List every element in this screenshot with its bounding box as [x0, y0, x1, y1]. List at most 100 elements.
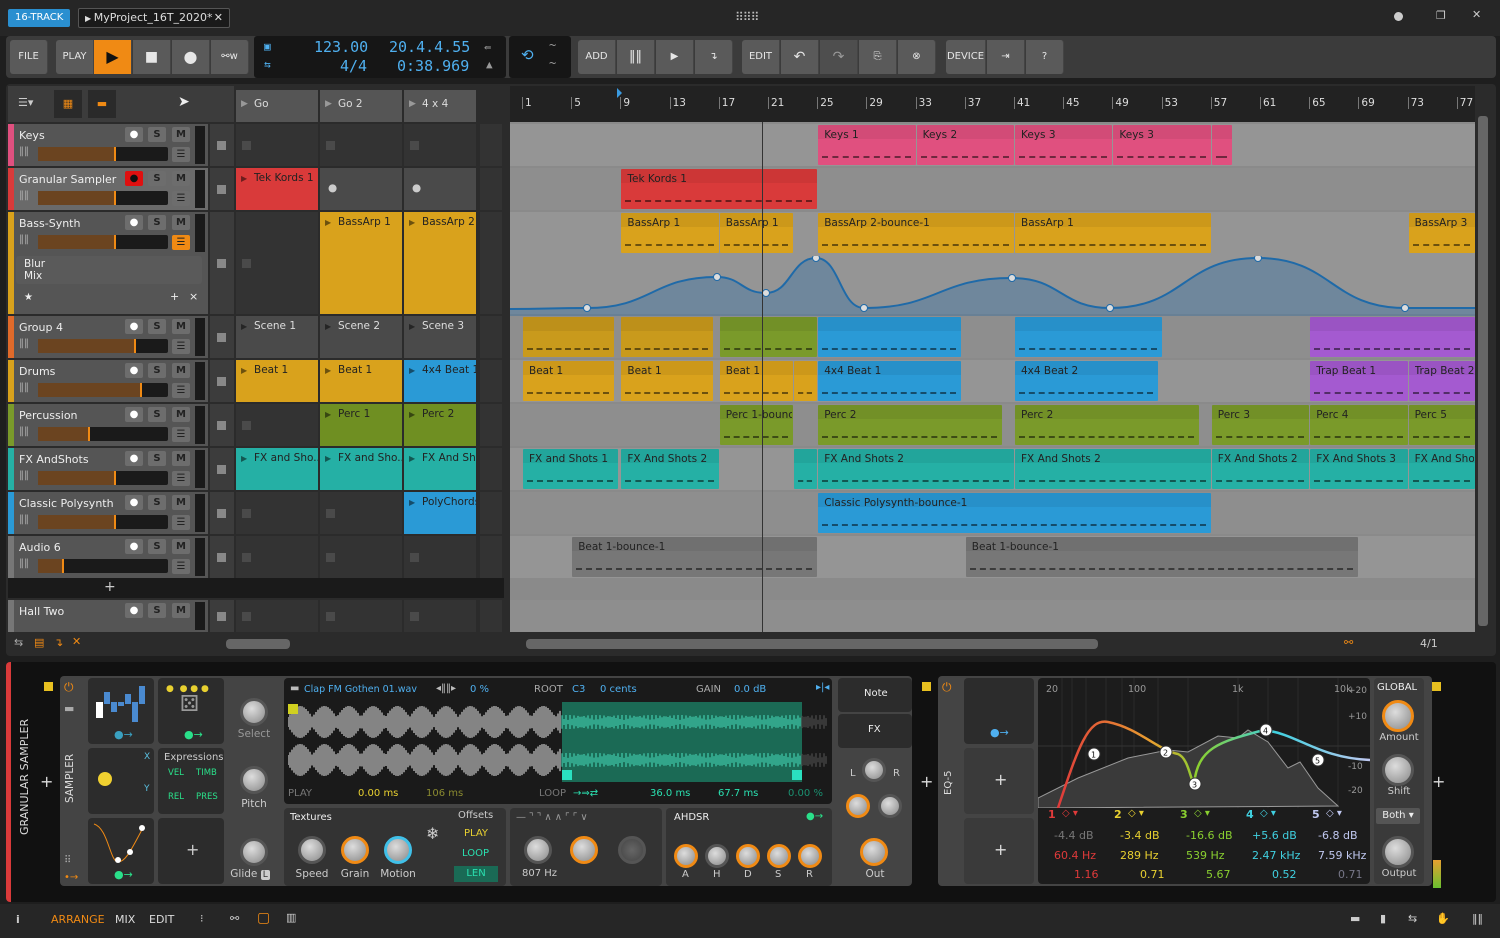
solo-button[interactable]: S — [148, 215, 166, 230]
textures-menu[interactable]: Textures — [290, 812, 332, 823]
clip-play-icon[interactable]: ▶ — [325, 410, 331, 419]
cutoff-knob[interactable] — [524, 836, 552, 864]
launcher-clip[interactable]: BassArp 1 — [320, 212, 402, 314]
expr-timb[interactable]: TIMB — [196, 768, 217, 778]
eq-band-gain[interactable]: -3.4 dB — [1120, 829, 1160, 842]
launcher-clip[interactable]: Tek Kords 1 — [236, 168, 318, 210]
mixer-panel-icon[interactable]: ▥ — [286, 911, 296, 924]
fx-tab[interactable]: FX — [838, 714, 912, 748]
offset-loop[interactable]: LOOP — [462, 848, 489, 859]
close-window-icon[interactable]: ✕ — [1472, 8, 1481, 21]
mute-button[interactable]: M — [172, 451, 190, 466]
note-editor-icon[interactable]: ⁝ — [200, 912, 204, 925]
keyboard-icon[interactable]: ‖‖ — [1472, 912, 1483, 925]
modulators-grid-icon[interactable]: ⠿ — [64, 855, 71, 866]
track-options-icon[interactable]: ☰▾ — [18, 96, 33, 109]
track-stop-button[interactable] — [217, 509, 226, 518]
stop-button[interactable]: ■ — [133, 40, 171, 74]
glide-legato-badge[interactable]: L — [260, 870, 270, 880]
folder-icon[interactable]: ▬ — [64, 702, 74, 715]
env-knob-H[interactable] — [705, 844, 729, 868]
app-menu-icon[interactable]: ⠿⠿⠿ — [735, 10, 759, 24]
scene-row-handle[interactable] — [480, 212, 502, 314]
punch-in-icon[interactable]: ~ — [549, 38, 556, 52]
pointer-tool[interactable]: ➤ — [170, 86, 234, 122]
scene-row-handle[interactable] — [480, 124, 502, 166]
launcher-clip[interactable]: Scene 1 — [236, 316, 318, 358]
env-knob-S[interactable] — [767, 844, 791, 868]
launcher-clip[interactable]: ● — [320, 168, 402, 210]
preroll-icon[interactable]: ⇚ — [484, 40, 491, 54]
eq-band-type-icon[interactable]: ◇ ▾ — [1326, 808, 1342, 819]
slot-stop-icon[interactable] — [326, 141, 335, 150]
arranger-scrollbar[interactable] — [526, 639, 1098, 649]
automation-point[interactable] — [762, 289, 770, 297]
amount-knob[interactable] — [1382, 700, 1414, 732]
launcher-clip[interactable]: FX and Sho... — [236, 448, 318, 490]
track-stop-button[interactable] — [217, 185, 226, 194]
modulator-arrow-icon[interactable]: •→ — [64, 872, 78, 883]
glide-knob[interactable] — [240, 838, 268, 866]
playhead[interactable] — [761, 122, 763, 632]
envelope-type-menu[interactable]: AHDSR — [674, 812, 709, 823]
track-menu-button[interactable]: ☰ — [172, 383, 190, 398]
project-icon[interactable]: ▮ — [1380, 912, 1386, 925]
launcher-clip[interactable]: Perc 1 — [320, 404, 402, 446]
output-knob[interactable] — [1382, 836, 1414, 868]
track-name[interactable]: Hall Two — [19, 605, 64, 618]
scene-row-handle[interactable] — [480, 536, 502, 578]
clip-play-icon[interactable]: ▶ — [325, 366, 331, 375]
add-automation-icon[interactable]: + — [170, 290, 179, 303]
clip-play-icon[interactable]: ▶ — [241, 454, 247, 463]
track-name[interactable]: Percussion — [19, 409, 78, 422]
arranger-clip[interactable] — [719, 317, 818, 357]
arranger-clip[interactable] — [793, 361, 818, 401]
slot-stop-icon[interactable] — [242, 421, 251, 430]
launcher-clip[interactable]: ● — [404, 168, 476, 210]
mute-button[interactable]: M — [172, 171, 190, 186]
track-stop-button[interactable] — [217, 333, 226, 342]
trim-icon[interactable]: ▸|◂ — [816, 682, 829, 693]
clip-play-icon[interactable]: ▶ — [409, 498, 415, 507]
add-menu-button[interactable]: ADD — [578, 40, 616, 74]
track-stop-button[interactable] — [217, 421, 226, 430]
add-device-icon[interactable]: + — [40, 772, 53, 791]
redo-icon[interactable]: ↷ — [820, 40, 858, 74]
record-arm-button[interactable]: ● — [125, 451, 143, 466]
sample-filename[interactable]: Clap FM Gothen 01.wav — [304, 684, 417, 695]
scene-row-handle[interactable] — [480, 404, 502, 446]
add-modulator-button[interactable]: + — [964, 748, 1034, 814]
duplicate-icon[interactable]: ⎘ — [859, 40, 897, 74]
record-arm-button[interactable]: ● — [125, 319, 143, 334]
follow-playhead-icon[interactable]: ⚯ — [1344, 636, 1353, 649]
clip-play-icon[interactable]: ▶ — [241, 174, 247, 183]
close-tab-icon[interactable]: ✕ — [214, 9, 223, 27]
track-name[interactable]: Drums — [19, 365, 55, 378]
record-arm-button[interactable]: ● — [125, 215, 143, 230]
restore-window-icon[interactable]: ❐ — [1436, 9, 1446, 22]
track-stop-button[interactable] — [217, 553, 226, 562]
loop-crossfade[interactable]: 0.00 % — [788, 788, 823, 799]
track-menu-button[interactable]: ☰ — [172, 559, 190, 574]
clip-play-icon[interactable]: ▶ — [241, 366, 247, 375]
add-audio-track-icon[interactable]: ▶ — [656, 40, 694, 74]
slot-stop-icon[interactable] — [242, 259, 251, 268]
slot-stop-icon[interactable] — [326, 509, 335, 518]
send-knob-1[interactable] — [846, 794, 870, 818]
automation-point[interactable] — [1106, 304, 1114, 312]
env-knob-A[interactable] — [674, 844, 698, 868]
eq-band-gain[interactable]: -6.8 dB — [1318, 829, 1358, 842]
env-knob-R[interactable] — [798, 844, 822, 868]
eq-band-freq[interactable]: 289 Hz — [1120, 849, 1159, 862]
solo-button[interactable]: S — [148, 319, 166, 334]
track-menu-button[interactable]: ☰ — [172, 471, 190, 486]
slot-stop-icon[interactable] — [410, 612, 419, 621]
slot-stop-icon[interactable] — [410, 553, 419, 562]
step-modulator[interactable]: ●→ — [88, 678, 154, 744]
track-name[interactable]: Granular Sampler — [19, 173, 116, 186]
record-arm-button[interactable]: ● — [125, 407, 143, 422]
automation-point[interactable] — [1401, 304, 1409, 312]
loop-length[interactable]: 67.7 ms — [718, 788, 758, 799]
track-name[interactable]: FX AndShots — [19, 453, 89, 466]
automation-point[interactable] — [1008, 274, 1016, 282]
